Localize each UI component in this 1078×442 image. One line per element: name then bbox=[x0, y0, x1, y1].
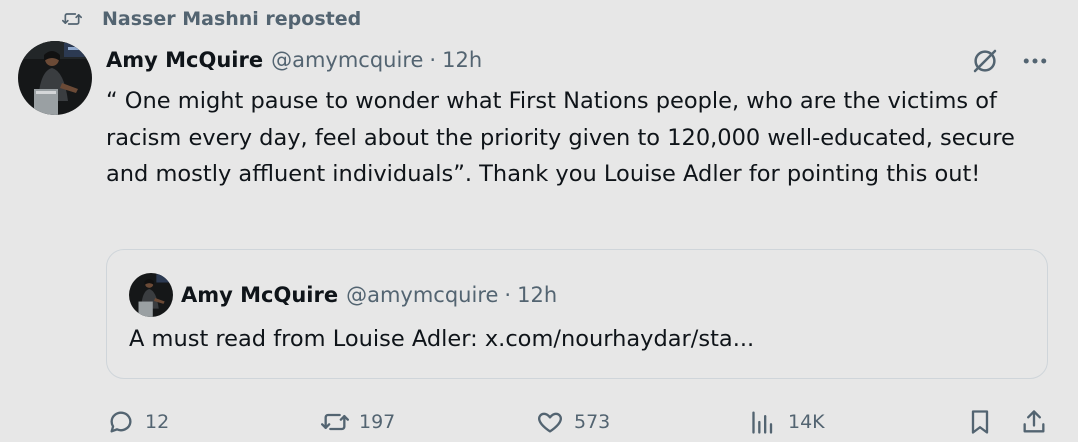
quoted-author-handle: @amymcquire bbox=[346, 283, 499, 307]
quoted-avatar-image bbox=[129, 273, 173, 317]
repost-button[interactable]: 197 bbox=[321, 402, 395, 442]
avatar[interactable] bbox=[18, 41, 92, 115]
bookmark-button[interactable] bbox=[966, 402, 994, 442]
reply-icon bbox=[110, 411, 132, 433]
share-icon bbox=[1023, 410, 1045, 433]
repost-count: 197 bbox=[359, 411, 396, 433]
separator-dot: · bbox=[429, 48, 437, 72]
quoted-tweet-text: A must read from Louise Adler: x.com/nou… bbox=[129, 326, 755, 352]
grok-icon[interactable] bbox=[970, 46, 1000, 76]
quoted-tweet-header: Amy McQuire @amymcquire · 12h bbox=[129, 273, 558, 317]
tweet-card[interactable]: Nasser Mashni reposted Amy McQuire @amym… bbox=[0, 0, 1078, 442]
author-name[interactable]: Amy McQuire bbox=[106, 48, 263, 72]
quoted-separator-dot: · bbox=[504, 283, 512, 307]
repost-label[interactable]: Nasser Mashni reposted bbox=[102, 8, 361, 30]
author-handle[interactable]: @amymcquire bbox=[271, 48, 423, 72]
tweet-text: “ One might pause to wonder what First N… bbox=[106, 88, 1015, 187]
views-icon bbox=[752, 411, 773, 434]
repost-context[interactable]: Nasser Mashni reposted bbox=[62, 6, 361, 32]
quoted-avatar bbox=[129, 273, 173, 317]
share-button[interactable] bbox=[1020, 402, 1048, 442]
tweet-top-actions bbox=[970, 46, 1050, 76]
repost-icon bbox=[62, 13, 82, 25]
like-icon bbox=[538, 412, 562, 433]
like-button[interactable]: 573 bbox=[536, 402, 610, 442]
views-count: 14K bbox=[788, 411, 825, 433]
timestamp[interactable]: 12h bbox=[442, 48, 482, 72]
reply-button[interactable]: 12 bbox=[107, 402, 169, 442]
quoted-author-name: Amy McQuire bbox=[181, 283, 339, 307]
tweet-actions: 12 197 573 14K bbox=[0, 402, 1078, 442]
views-button[interactable]: 14K bbox=[750, 402, 825, 442]
like-count: 573 bbox=[574, 411, 611, 433]
avatar-image bbox=[18, 41, 92, 115]
more-icon[interactable] bbox=[1020, 46, 1050, 76]
bookmark-icon bbox=[971, 410, 989, 434]
tweet-header: Amy McQuire @amymcquire · 12h bbox=[106, 44, 482, 76]
quoted-tweet[interactable]: Amy McQuire @amymcquire · 12h A must rea… bbox=[106, 249, 1048, 379]
reply-count: 12 bbox=[145, 411, 170, 433]
quoted-timestamp: 12h bbox=[517, 283, 558, 307]
repost-icon bbox=[321, 413, 349, 431]
